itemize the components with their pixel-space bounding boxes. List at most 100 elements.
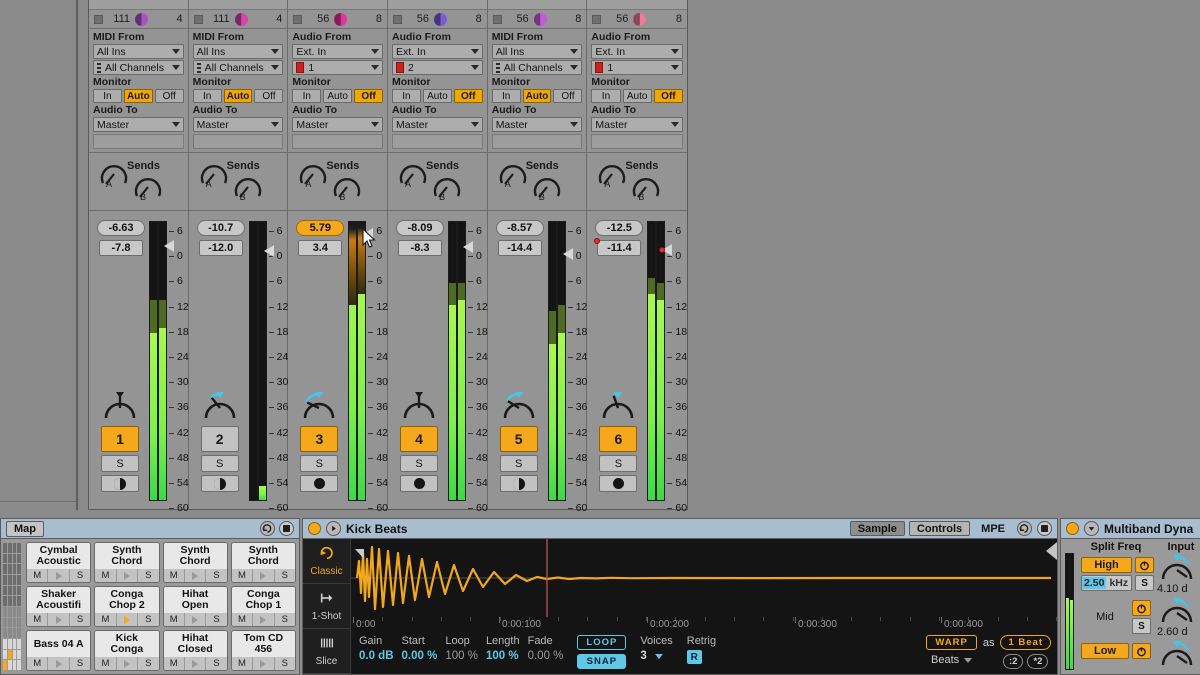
input-channel-select[interactable]: 1: [591, 60, 684, 75]
pad-solo-button[interactable]: S: [206, 569, 226, 582]
warp-mode-value[interactable]: 1 Beat: [1000, 635, 1051, 650]
send-a-knob[interactable]: A: [398, 159, 428, 189]
volume-fader-handle[interactable]: [263, 244, 274, 257]
monitor-auto-button[interactable]: Auto: [522, 89, 552, 103]
band-enable-button[interactable]: High: [1081, 557, 1133, 573]
drum-rack-overview-cell[interactable]: [3, 639, 7, 649]
monitor-off-button[interactable]: Off: [553, 89, 583, 103]
drum-rack-overview-cell[interactable]: [7, 649, 12, 660]
drum-pad[interactable]: Hihat Open M S: [162, 586, 228, 627]
pad-mute-button[interactable]: M: [232, 569, 254, 582]
clip-chance-pie-icon[interactable]: [234, 12, 248, 26]
strip-top-slot[interactable]: [388, 0, 487, 10]
pad-preview-button[interactable]: [253, 657, 275, 670]
drum-rack-overview-cell[interactable]: [17, 585, 21, 596]
pad-solo-button[interactable]: S: [70, 569, 90, 582]
drum-rack-overview-cell[interactable]: [3, 649, 7, 660]
sample-waveform[interactable]: [351, 539, 1051, 617]
drum-pad[interactable]: Tom CD 456 M S: [230, 630, 296, 671]
volume-value-display[interactable]: 3.4: [298, 240, 343, 256]
strip-top-slot[interactable]: [89, 0, 188, 10]
monitor-off-button[interactable]: Off: [453, 89, 483, 103]
drum-rack-overview-cell[interactable]: [12, 596, 17, 606]
pan-knob[interactable]: [101, 391, 139, 423]
clip-stop-icon[interactable]: [293, 14, 303, 24]
drum-pad[interactable]: Conga Chop 1 M S: [230, 586, 296, 627]
clip-chance-pie-icon[interactable]: [533, 12, 547, 26]
drum-pad[interactable]: Cymbal Acoustic M S: [26, 542, 92, 583]
output-channel-select[interactable]: [292, 134, 384, 149]
monitor-auto-button[interactable]: Auto: [323, 89, 353, 103]
input-source-select[interactable]: All Ins: [491, 44, 583, 59]
drum-rack-overview-cell[interactable]: [7, 575, 12, 585]
sample-zoom-handle-icon[interactable]: [1046, 542, 1057, 560]
monitor-in-button[interactable]: In: [93, 89, 122, 103]
drum-pad[interactable]: Synth Chord M S: [162, 542, 228, 583]
input-source-select[interactable]: All Ins: [93, 44, 184, 59]
output-channel-select[interactable]: [93, 134, 184, 149]
band-power-button[interactable]: [1132, 643, 1151, 659]
pad-preview-button[interactable]: [48, 657, 70, 670]
pad-solo-button[interactable]: S: [138, 569, 158, 582]
drum-pad[interactable]: Hihat Closed M S: [162, 630, 228, 671]
send-a-knob[interactable]: A: [597, 159, 627, 189]
solo-button[interactable]: S: [599, 455, 638, 472]
drum-pad[interactable]: Conga Chop 2 M S: [94, 586, 160, 627]
volume-value-display[interactable]: -11.4: [597, 240, 642, 256]
device-on-led[interactable]: [1066, 522, 1079, 535]
track-activator-button[interactable]: 3: [300, 426, 339, 452]
drum-rack-overview-cell[interactable]: [3, 575, 7, 585]
pad-preview-button[interactable]: [117, 569, 139, 582]
send-a-knob[interactable]: A: [199, 159, 229, 189]
volume-fader-handle[interactable]: [562, 247, 573, 260]
pad-mute-button[interactable]: M: [232, 657, 254, 670]
drum-rack-overview-cell[interactable]: [17, 649, 21, 660]
monitor-in-button[interactable]: In: [491, 89, 521, 103]
snap-button[interactable]: SNAP: [577, 654, 627, 669]
pad-solo-button[interactable]: S: [70, 613, 90, 626]
clip-stop-icon[interactable]: [193, 14, 203, 24]
param-value[interactable]: 0.00 %: [528, 650, 564, 662]
output-select[interactable]: Master: [591, 117, 684, 132]
drum-rack-overview-cell[interactable]: [12, 585, 17, 596]
drum-rack-overview-cell[interactable]: [7, 617, 12, 628]
clip-stop-icon[interactable]: [592, 14, 602, 24]
clip-slot-row[interactable]: 56 8: [288, 10, 388, 29]
track-activator-button[interactable]: 2: [200, 426, 239, 452]
volume-value-display[interactable]: -8.3: [398, 240, 443, 256]
hot-swap-icon[interactable]: [260, 521, 275, 536]
clip-slot-row[interactable]: 56 8: [587, 10, 688, 29]
param-value[interactable]: 0.00 %: [402, 650, 438, 662]
send-a-knob[interactable]: A: [498, 159, 528, 189]
drum-rack-overview-cell[interactable]: [7, 639, 12, 649]
pad-solo-button[interactable]: S: [275, 657, 295, 670]
drum-rack-overview-cell[interactable]: [12, 660, 17, 670]
track-activator-button[interactable]: 4: [400, 426, 439, 452]
solo-button[interactable]: S: [200, 455, 239, 472]
band-solo-button[interactable]: S: [1135, 575, 1155, 591]
drum-rack-overview-cell[interactable]: [7, 553, 12, 564]
drum-rack-overview-cell[interactable]: [3, 628, 7, 638]
monitor-off-button[interactable]: Off: [154, 89, 184, 103]
drum-rack-overview-cell[interactable]: [7, 564, 12, 574]
send-b-knob[interactable]: B: [233, 172, 263, 202]
drum-rack-overview-cell[interactable]: [3, 617, 7, 628]
output-select[interactable]: Master: [491, 117, 583, 132]
pad-solo-button[interactable]: S: [206, 657, 226, 670]
drum-pad[interactable]: Shaker Acoustifi M S: [26, 586, 92, 627]
volume-value-display[interactable]: -14.4: [497, 240, 542, 256]
solo-button[interactable]: S: [101, 455, 139, 472]
simpler-mode-1-shot[interactable]: 1-Shot: [303, 584, 350, 629]
monitor-auto-button[interactable]: Auto: [622, 89, 652, 103]
peak-value-display[interactable]: -8.57: [495, 220, 544, 236]
track-activator-button[interactable]: 6: [599, 426, 638, 452]
drum-rack-overview-cell[interactable]: [7, 585, 12, 596]
simpler-mode-slice[interactable]: Slice: [303, 629, 350, 674]
param-value[interactable]: 0.0 dB: [359, 650, 394, 662]
drum-rack-overview-cell[interactable]: [17, 628, 21, 638]
record-arm-button[interactable]: [200, 475, 239, 492]
output-select[interactable]: Master: [192, 117, 284, 132]
drum-rack-overview-cell[interactable]: [3, 553, 7, 564]
pad-mute-button[interactable]: M: [95, 613, 117, 626]
drum-rack-overview-cell[interactable]: [17, 543, 21, 553]
